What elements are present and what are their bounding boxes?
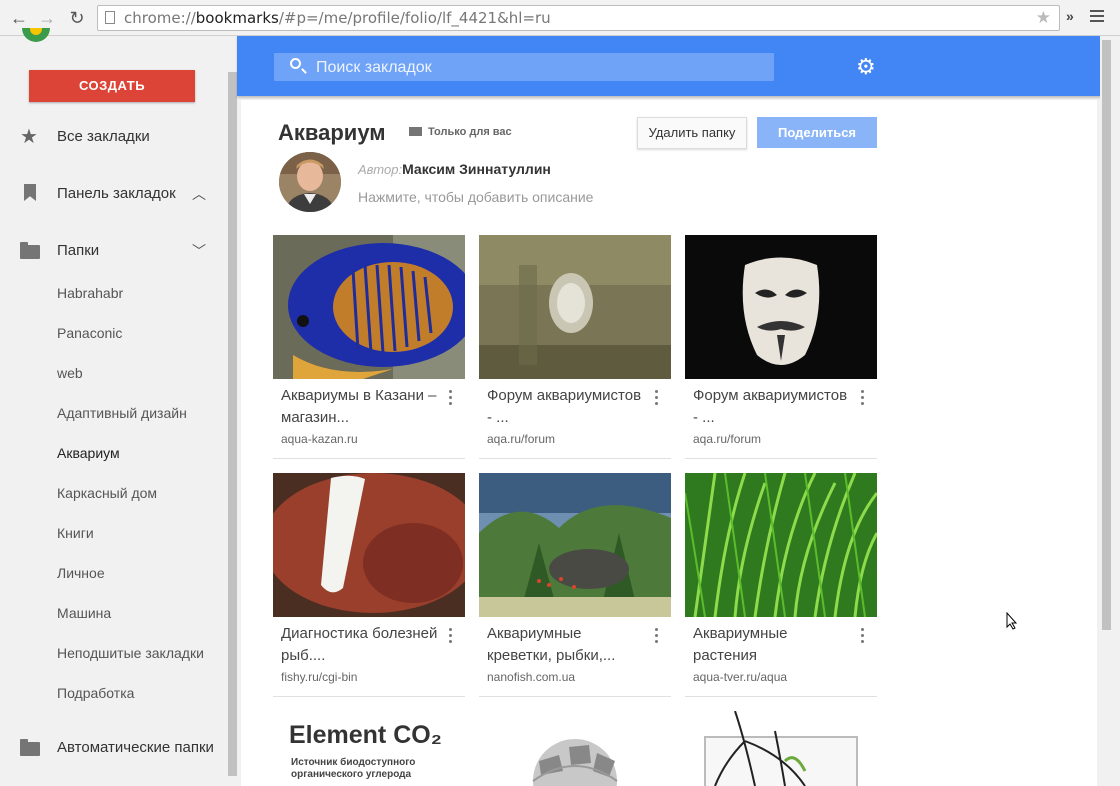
more-vert-icon[interactable] (655, 628, 659, 646)
bookmark-card[interactable]: Аквариумы в Казани – магазин... aqua-kaz… (273, 235, 465, 459)
browser-toolbar: ← → ↻ chrome://bookmarks/#p=/me/profile/… (0, 0, 1120, 36)
bookmark-url: fishy.ru/cgi-bin (281, 670, 358, 684)
chrome-logo (22, 28, 50, 42)
sidebar-item-label: Панель закладок (57, 185, 176, 202)
folder-content: Аквариум Только для вас Удалить папку По… (241, 100, 1097, 786)
sidebar: СОЗДАТЬ ★ Все закладки Панель закладок ︿… (0, 28, 228, 786)
url-host: bookmarks (195, 9, 279, 27)
sidebar-scrollbar[interactable] (228, 72, 237, 776)
bookmark-thumbnail[interactable] (479, 711, 671, 786)
folder-icon (409, 127, 422, 136)
divider (685, 458, 877, 459)
more-vert-icon[interactable] (655, 390, 659, 408)
visibility-label: Только для вас (409, 126, 512, 138)
bookmark-card[interactable]: Аквариумные креветки, рыбки,... nanofish… (479, 473, 671, 697)
sidebar-item-auto-folders[interactable]: Автоматические папки (0, 728, 228, 768)
sidebar-folder-adaptive-design[interactable]: Адаптивный дизайн (57, 405, 187, 421)
sidebar-item-label: Папки (57, 242, 100, 259)
folder-title: Аквариум (278, 120, 386, 145)
divider (479, 696, 671, 697)
starred-folder-icon (20, 738, 42, 758)
bookmark-card[interactable]: Форум аквариумистов - ... aqa.ru/forum (479, 235, 671, 459)
folder-icon (20, 241, 42, 261)
sidebar-item-all-bookmarks[interactable]: ★ Все закладки (0, 117, 228, 157)
bookmark-thumbnail[interactable] (273, 473, 465, 617)
address-bar[interactable]: chrome://bookmarks/#p=/me/profile/folio/… (97, 5, 1060, 31)
divider (273, 458, 465, 459)
settings-gear-icon[interactable]: ⚙ (856, 56, 876, 78)
sidebar-folder-frame-house[interactable]: Каркасный дом (57, 485, 157, 501)
sidebar-folder-aquarium[interactable]: Аквариум (57, 445, 120, 461)
bookmark-card[interactable]: Аквариумные растения aqua-tver.ru/aqua (685, 473, 877, 697)
bookmark-title: Форум аквариумистов - ... (693, 387, 848, 426)
sidebar-folder-side-job[interactable]: Подработка (57, 685, 134, 701)
bookmark-thumbnail[interactable]: Element CO₂ Источник биодоступного орган… (273, 711, 465, 786)
more-vert-icon[interactable] (861, 390, 865, 408)
chevron-down-icon[interactable]: ﹀ (192, 241, 206, 261)
bookmark-title: Аквариумы в Казани – магазин... (281, 387, 437, 426)
sidebar-item-label: Все закладки (57, 128, 150, 145)
search-input[interactable] (314, 53, 758, 83)
sidebar-folder-unsorted[interactable]: Неподшитые закладки (57, 645, 204, 661)
divider (479, 458, 671, 459)
bookmark-thumbnail[interactable] (479, 473, 671, 617)
more-vert-icon[interactable] (449, 390, 453, 408)
delete-folder-button[interactable]: Удалить папку (637, 117, 747, 149)
extensions-overflow-button[interactable]: » (1066, 8, 1074, 24)
url-scheme: chrome:// (124, 9, 196, 27)
sidebar-folder-panaconic[interactable]: Panaconic (57, 325, 122, 341)
bookmark-thumbnail[interactable] (479, 235, 671, 379)
element-co2-subtitle: Источник биодоступного органического угл… (291, 757, 416, 780)
bookmark-card[interactable]: Диагностика болезней рыб.... fishy.ru/cg… (273, 473, 465, 697)
back-arrow-icon[interactable]: ← (8, 7, 30, 29)
sidebar-folder-books[interactable]: Книги (57, 525, 94, 541)
element-co2-logo: Element CO₂ (289, 721, 442, 749)
bookmark-url: nanofish.com.ua (487, 670, 576, 684)
more-vert-icon[interactable] (861, 628, 865, 646)
share-button[interactable]: Поделиться (757, 117, 877, 148)
author-line: Автор:Максим Зиннатуллин (358, 161, 551, 177)
sidebar-folder-personal[interactable]: Личное (57, 565, 105, 581)
create-button[interactable]: СОЗДАТЬ (29, 70, 195, 102)
sidebar-item-bookmarks-bar[interactable]: Панель закладок ︿ (0, 174, 228, 214)
page-icon (105, 11, 115, 24)
bookmark-card[interactable]: Форум аквариумистов - ... aqa.ru/forum (685, 235, 877, 459)
sidebar-item-folders[interactable]: Папки ﹀ (0, 231, 228, 271)
bookmark-thumbnail[interactable] (685, 235, 877, 379)
chevron-up-icon[interactable]: ︿ (192, 184, 206, 204)
bookmark-thumbnail[interactable] (685, 711, 877, 786)
bookmark-url: aqa.ru/forum (487, 432, 556, 446)
folder-description[interactable]: Нажмите, чтобы добавить описание (358, 189, 593, 205)
bookmark-url: aqua-tver.ru/aqua (693, 670, 788, 684)
bookmark-star-icon[interactable]: ★ (1036, 6, 1051, 30)
sidebar-folder-web[interactable]: web (57, 365, 83, 381)
bookmark-url: aqa.ru/forum (693, 432, 762, 446)
more-vert-icon[interactable] (449, 628, 453, 646)
sidebar-folder-car[interactable]: Машина (57, 605, 111, 621)
mouse-cursor-icon (1006, 612, 1018, 630)
bookmark-url: aqua-kazan.ru (281, 432, 358, 446)
url-path: /#p=/me/profile/folio/lf_4421&hl=ru (278, 9, 551, 27)
bookmark-title: Диагностика болезней рыб.... (281, 625, 438, 664)
main-scrollbar[interactable] (1102, 40, 1111, 630)
avatar (279, 152, 341, 212)
bookmark-title: Форум аквариумистов - ... (487, 387, 642, 426)
bookmark-thumbnail[interactable] (273, 235, 465, 379)
sidebar-folder-habrahabr[interactable]: Habrahabr (57, 285, 123, 301)
author-name: Максим Зиннатуллин (402, 161, 551, 177)
search-box[interactable] (274, 53, 774, 83)
bookmark-icon (20, 184, 42, 204)
bookmark-thumbnail[interactable] (685, 473, 877, 617)
chrome-menu-icon[interactable] (1090, 10, 1104, 25)
divider (273, 696, 465, 697)
divider (685, 696, 877, 697)
forward-arrow-icon[interactable]: → (36, 7, 58, 29)
search-icon (290, 58, 301, 69)
bookmark-title: Аквариумные креветки, рыбки,... (487, 625, 616, 664)
bookmark-title: Аквариумные растения (693, 625, 788, 664)
reload-icon[interactable]: ↻ (66, 7, 88, 29)
header-bar: ⚙ (237, 36, 1107, 96)
sidebar-item-label: Автоматические папки (57, 739, 214, 756)
star-icon: ★ (20, 126, 38, 148)
